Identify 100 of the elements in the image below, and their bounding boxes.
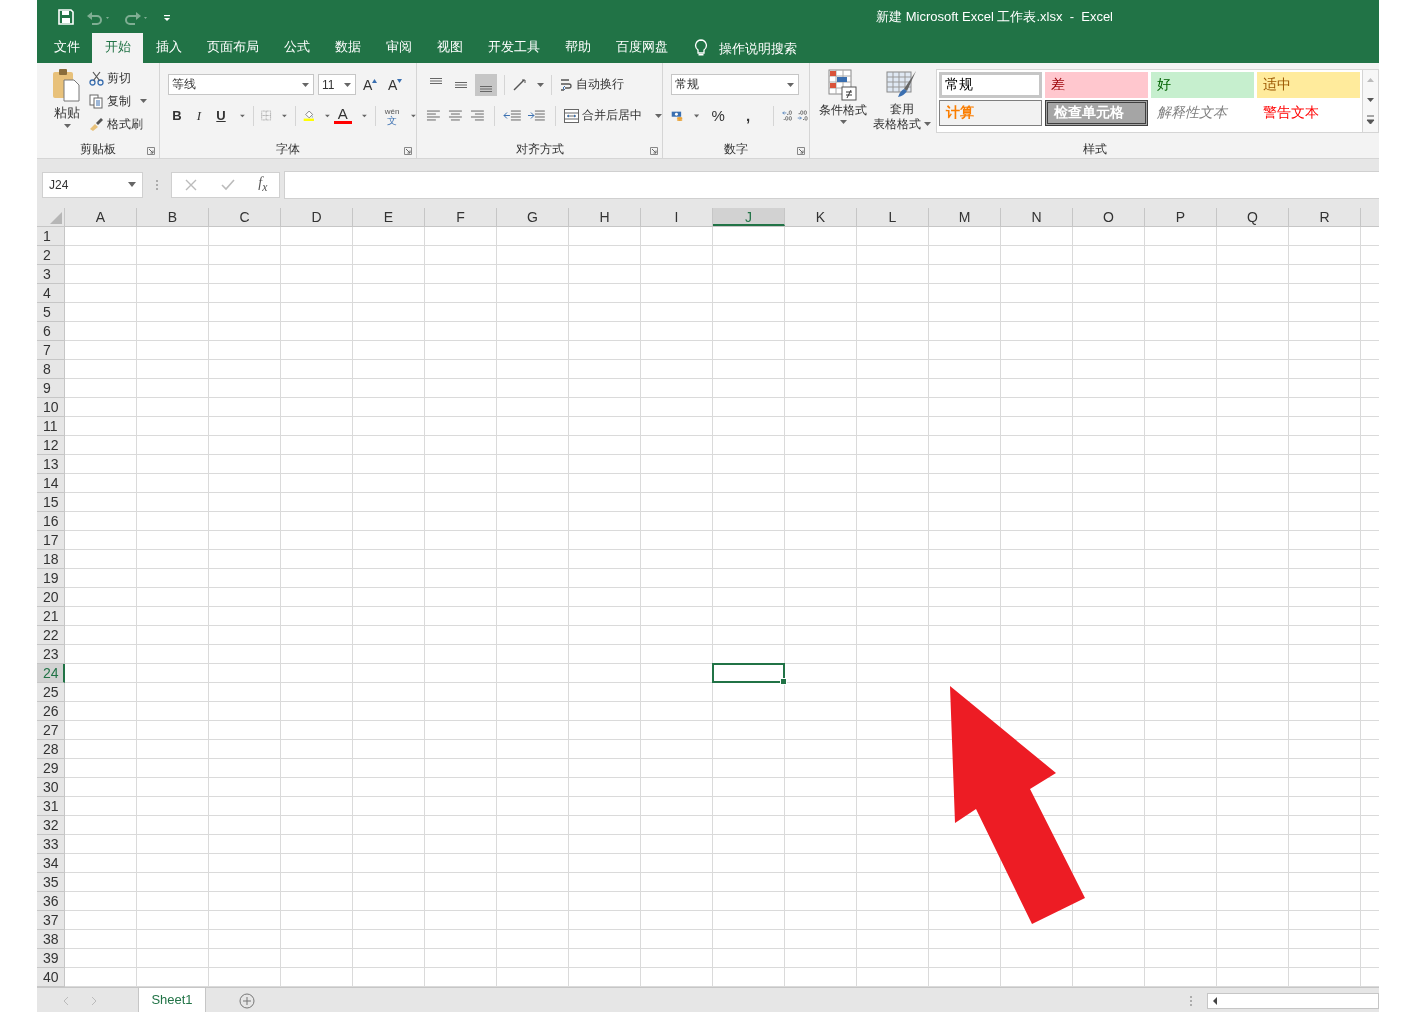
- caret-icon[interactable]: [324, 113, 330, 118]
- active-cell[interactable]: [712, 663, 785, 683]
- row-header[interactable]: 26: [37, 702, 65, 721]
- row-header[interactable]: 4: [37, 284, 65, 303]
- ribbon-tab[interactable]: 数据: [322, 33, 373, 63]
- row-header[interactable]: 35: [37, 873, 65, 892]
- horizontal-scrollbar[interactable]: [1207, 992, 1379, 1009]
- caret-icon[interactable]: [537, 82, 544, 87]
- row-header[interactable]: 33: [37, 835, 65, 854]
- italic-button[interactable]: I: [190, 107, 208, 124]
- lightbulb-icon[interactable]: [694, 39, 708, 57]
- vertical-align-button[interactable]: [475, 73, 497, 96]
- dialog-launcher-icon[interactable]: [404, 147, 412, 155]
- row-header[interactable]: 13: [37, 455, 65, 474]
- row-header[interactable]: 25: [37, 683, 65, 702]
- row-header[interactable]: 19: [37, 569, 65, 588]
- ribbon-tab[interactable]: 审阅: [373, 33, 424, 63]
- formula-input[interactable]: [284, 170, 1379, 199]
- row-header[interactable]: 22: [37, 626, 65, 645]
- row-header[interactable]: 16: [37, 512, 65, 531]
- dialog-launcher-icon[interactable]: [797, 147, 805, 155]
- comma-button[interactable]: ,: [739, 107, 758, 124]
- row-header[interactable]: 5: [37, 303, 65, 322]
- add-sheet-icon[interactable]: [239, 992, 255, 1009]
- format-as-table-button[interactable]: 套用 表格格式: [874, 69, 930, 141]
- row-header[interactable]: 32: [37, 816, 65, 835]
- row-header[interactable]: 29: [37, 759, 65, 778]
- row-header[interactable]: 31: [37, 797, 65, 816]
- sheet-tab[interactable]: Sheet1: [138, 988, 206, 1012]
- caret-icon[interactable]: [694, 113, 700, 118]
- ribbon-tab[interactable]: 插入: [143, 33, 194, 63]
- row-header[interactable]: 14: [37, 474, 65, 493]
- row-header[interactable]: 2: [37, 246, 65, 265]
- row-header[interactable]: 39: [37, 949, 65, 968]
- insert-function-button[interactable]: f$_{x}$: [258, 175, 268, 194]
- row-header[interactable]: 11: [37, 417, 65, 436]
- decrease-decimal-icon[interactable]: [797, 108, 809, 123]
- shrink-font-button[interactable]: A: [388, 76, 406, 93]
- row-header[interactable]: 17: [37, 531, 65, 550]
- cell-style-option[interactable]: 适中: [1257, 72, 1360, 98]
- grow-font-button[interactable]: A: [363, 76, 381, 93]
- column-header[interactable]: J: [713, 208, 785, 226]
- ribbon-tab[interactable]: 公式: [271, 33, 322, 63]
- dialog-launcher-icon[interactable]: [650, 147, 658, 155]
- row-header[interactable]: 30: [37, 778, 65, 797]
- number-format-dropdown[interactable]: 常规: [671, 74, 799, 95]
- cell-style-option[interactable]: 好: [1151, 72, 1254, 98]
- cell-style-option[interactable]: 解释性文本: [1151, 100, 1254, 126]
- text-orientation-icon[interactable]: [512, 77, 528, 92]
- caret-icon[interactable]: [281, 113, 287, 118]
- increase-decimal-icon[interactable]: [781, 108, 794, 123]
- checkmark-icon[interactable]: [220, 177, 235, 192]
- row-header[interactable]: 28: [37, 740, 65, 759]
- row-header[interactable]: 34: [37, 854, 65, 873]
- row-header[interactable]: 20: [37, 588, 65, 607]
- ribbon-tab[interactable]: 页面布局: [194, 33, 271, 63]
- copy-button[interactable]: 复制: [89, 91, 147, 111]
- cell-style-option[interactable]: 差: [1045, 72, 1148, 98]
- row-header[interactable]: 40: [37, 968, 65, 987]
- cell-style-option[interactable]: 常规: [939, 72, 1042, 98]
- row-header[interactable]: 21: [37, 607, 65, 626]
- row-header[interactable]: 1: [37, 227, 65, 246]
- row-header[interactable]: 18: [37, 550, 65, 569]
- row-header[interactable]: 3: [37, 265, 65, 284]
- ribbon-tab[interactable]: 文件: [41, 33, 92, 63]
- save-icon[interactable]: [58, 8, 74, 25]
- phonetic-guide-button[interactable]: wén 文: [383, 106, 402, 125]
- percent-button[interactable]: %: [709, 107, 728, 124]
- tell-me-search[interactable]: 操作说明搜索: [719, 35, 797, 63]
- cut-button[interactable]: 剪切: [89, 68, 147, 88]
- ribbon-tab[interactable]: 视图: [424, 33, 475, 63]
- merge-center-button[interactable]: 合并后居中: [564, 105, 662, 126]
- bold-button[interactable]: B: [168, 108, 186, 123]
- caret-icon[interactable]: [240, 113, 245, 118]
- row-header[interactable]: 24: [37, 664, 65, 683]
- underline-button[interactable]: U: [212, 108, 230, 123]
- row-header[interactable]: 38: [37, 930, 65, 949]
- font-name-dropdown[interactable]: 等线: [168, 74, 314, 95]
- row-header[interactable]: 37: [37, 911, 65, 930]
- row-header[interactable]: 27: [37, 721, 65, 740]
- row-header[interactable]: 7: [37, 341, 65, 360]
- font-size-dropdown[interactable]: 11: [318, 74, 356, 95]
- row-header[interactable]: 23: [37, 645, 65, 664]
- caret-icon[interactable]: [361, 113, 367, 118]
- paste-button[interactable]: 粘贴: [51, 68, 83, 141]
- caret-icon[interactable]: [411, 113, 416, 118]
- ribbon-tab[interactable]: 帮助: [552, 33, 603, 63]
- row-header[interactable]: 8: [37, 360, 65, 379]
- ribbon-tab[interactable]: 开始: [92, 33, 143, 63]
- font-color-button[interactable]: A: [333, 107, 352, 124]
- name-box[interactable]: J24: [42, 171, 143, 198]
- row-header[interactable]: 15: [37, 493, 65, 512]
- ribbon-tab[interactable]: 百度网盘: [603, 33, 680, 63]
- row-header[interactable]: 9: [37, 379, 65, 398]
- wrap-text-button[interactable]: 自动换行: [559, 74, 624, 95]
- conditional-formatting-button[interactable]: 条件格式: [816, 69, 870, 141]
- ribbon-tab[interactable]: 开发工具: [475, 33, 552, 63]
- cell-style-option[interactable]: 警告文本: [1257, 100, 1360, 126]
- row-header[interactable]: 36: [37, 892, 65, 911]
- format-painter-button[interactable]: 格式刷: [89, 114, 147, 134]
